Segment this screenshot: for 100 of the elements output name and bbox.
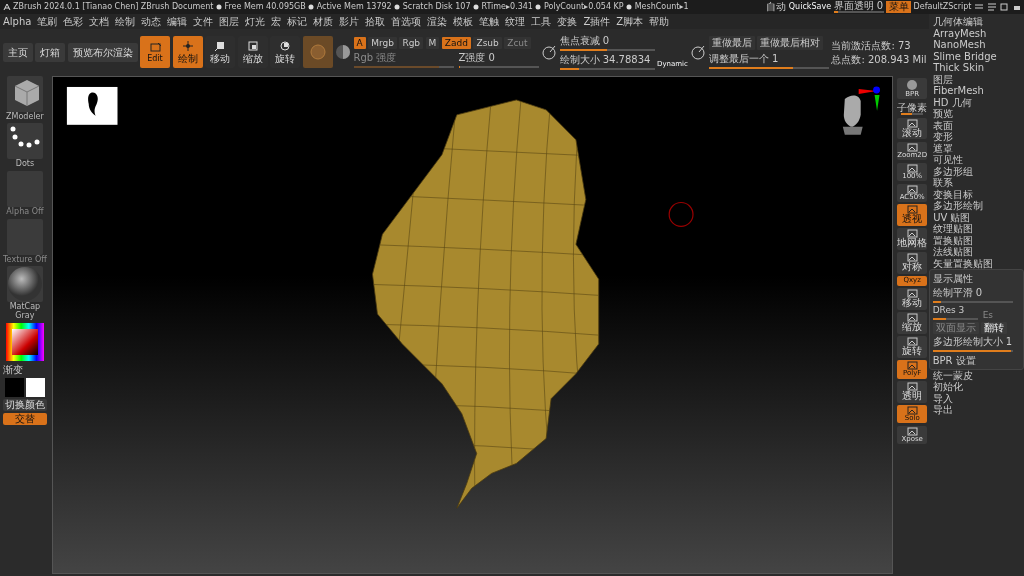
- quicksave-button[interactable]: QuickSave: [788, 1, 832, 13]
- secondary-color-swatch[interactable]: [26, 377, 46, 397]
- panel-menu-item[interactable]: 变换目标: [929, 188, 1024, 200]
- panel-menu-item[interactable]: 变形: [929, 131, 1024, 143]
- channel-toggle[interactable]: Rgb: [399, 36, 424, 50]
- panel-menu-item[interactable]: 法线贴图: [929, 246, 1024, 258]
- panel-menu-item[interactable]: 纹理贴图: [929, 223, 1024, 235]
- view-tool-button[interactable]: 旋转: [897, 336, 928, 358]
- switch-color-button[interactable]: 切换颜色: [2, 399, 48, 411]
- menu-item[interactable]: 帮助: [646, 15, 673, 28]
- polygon-size-slider[interactable]: [932, 350, 1013, 353]
- channel-toggle[interactable]: A: [353, 36, 366, 50]
- menu-item[interactable]: 模板: [450, 15, 477, 28]
- edit-mode-button[interactable]: Edit: [140, 36, 170, 69]
- menu-item[interactable]: Alpha: [0, 15, 35, 28]
- menu-item[interactable]: 灯光: [242, 15, 269, 28]
- menu-item[interactable]: 纹理: [502, 15, 529, 28]
- panel-menu-item[interactable]: 图层: [929, 73, 1024, 85]
- menu-item[interactable]: 文档: [86, 15, 113, 28]
- menu-item[interactable]: 笔触: [476, 15, 503, 28]
- material-swatch[interactable]: [302, 36, 333, 69]
- menu-item[interactable]: 文件: [190, 15, 217, 28]
- flip-button[interactable]: 翻转: [981, 322, 1008, 334]
- subpanel-title[interactable]: 显示属性: [932, 272, 1021, 284]
- menu-item[interactable]: 绘制: [112, 15, 139, 28]
- view-tool-button[interactable]: 对称: [897, 252, 928, 274]
- panel-menu-item[interactable]: 预览: [929, 108, 1024, 120]
- menu-item[interactable]: 影片: [336, 15, 363, 28]
- brush-settings-icon[interactable]: [690, 44, 707, 61]
- menu-item[interactable]: 编辑: [164, 15, 191, 28]
- panel-menu-item[interactable]: 表面: [929, 119, 1024, 131]
- panel-menu-item[interactable]: FiberMesh: [929, 85, 1024, 97]
- menu-item[interactable]: 工具: [528, 15, 555, 28]
- rgb-intensity-slider[interactable]: [353, 65, 454, 68]
- panel-menu-item[interactable]: 可见性: [929, 154, 1024, 166]
- channel-toggle[interactable]: Mrgb: [368, 36, 397, 50]
- tile-button[interactable]: [6, 123, 43, 160]
- menu-item[interactable]: 变换: [554, 15, 581, 28]
- panel-menu-item[interactable]: 导入: [929, 392, 1024, 405]
- menu-item[interactable]: 宏: [268, 15, 285, 28]
- view-tool-button[interactable]: 滚动: [897, 117, 928, 140]
- draw-size-slider[interactable]: [559, 67, 655, 70]
- texture-sphere-icon[interactable]: [335, 44, 351, 61]
- nav-button[interactable]: 主页: [2, 42, 33, 62]
- navigator-thumbnail[interactable]: [67, 86, 118, 125]
- panel-menu-item[interactable]: 矢量置换贴图: [929, 257, 1024, 269]
- menu-item[interactable]: 拾取: [362, 15, 389, 28]
- panel-menu-item[interactable]: ArrayMesh: [929, 27, 1024, 39]
- menu-item[interactable]: 材质: [310, 15, 337, 28]
- menu-item[interactable]: Z插件: [580, 15, 614, 28]
- panel-menu-item[interactable]: 导出: [929, 404, 1024, 416]
- menu-item[interactable]: 笔刷: [34, 15, 61, 28]
- view-tool-button[interactable]: 缩放: [897, 312, 928, 334]
- panel-menu-item[interactable]: 联系: [929, 177, 1024, 189]
- tile-button[interactable]: [6, 75, 43, 112]
- menu-item[interactable]: 动态: [138, 15, 165, 28]
- smooth-slider[interactable]: [932, 300, 1013, 303]
- view-tool-button[interactable]: 透视: [897, 204, 928, 226]
- axis-gizmo-icon[interactable]: [859, 85, 881, 111]
- dres-slider[interactable]: [932, 317, 978, 320]
- menu-item[interactable]: 图层: [216, 15, 243, 28]
- draw-mode-button[interactable]: 绘制: [172, 36, 203, 69]
- redo-button[interactable]: 重做最后: [708, 36, 755, 50]
- menu-toggle-button[interactable]: 菜单: [886, 1, 912, 13]
- nav-button[interactable]: 灯箱: [35, 42, 65, 62]
- primary-color-swatch[interactable]: [4, 377, 24, 397]
- redo-button[interactable]: 重做最后相对: [757, 36, 824, 50]
- panel-menu-item[interactable]: HD 几何: [929, 96, 1024, 108]
- panel-menu-item[interactable]: 多边形绘制: [929, 200, 1024, 212]
- tile-button[interactable]: [6, 266, 43, 303]
- panel-menu-item[interactable]: NanoMesh: [929, 39, 1024, 51]
- viewport[interactable]: [52, 75, 893, 574]
- menu-item[interactable]: Z脚本: [613, 15, 647, 28]
- panel-menu-item[interactable]: 多边形组: [929, 165, 1024, 177]
- panel-menu-item[interactable]: UV 贴图: [929, 211, 1024, 223]
- view-tool-button[interactable]: 移动: [897, 288, 928, 310]
- view-tool-button[interactable]: 地网格: [897, 228, 928, 250]
- color-picker[interactable]: [5, 323, 44, 362]
- menu-item[interactable]: 渲染: [424, 15, 451, 28]
- panel-menu-item[interactable]: 几何体编辑: [929, 16, 1024, 28]
- brush-settings-icon[interactable]: [541, 44, 557, 61]
- panel-menu-item[interactable]: 初始化: [929, 381, 1024, 393]
- menu-item[interactable]: 标记: [284, 15, 311, 28]
- alternate-button[interactable]: 交替: [2, 413, 48, 425]
- menu-item[interactable]: 色彩: [60, 15, 87, 28]
- view-tool-button[interactable]: 透明: [897, 381, 928, 403]
- head-gizmo-icon[interactable]: [843, 94, 863, 135]
- subpixel-slider[interactable]: [901, 113, 924, 116]
- panel-menu-item[interactable]: Slime Bridge: [929, 50, 1024, 62]
- panel-menu-item[interactable]: 统一蒙皮: [929, 369, 1024, 382]
- layout-icon[interactable]: [999, 2, 1009, 12]
- menu-item[interactable]: 首选项: [388, 15, 425, 28]
- channel-toggle[interactable]: Zsub: [473, 36, 502, 50]
- channel-toggle[interactable]: M: [425, 36, 440, 50]
- channel-toggle[interactable]: Zadd: [441, 36, 471, 50]
- nav-button[interactable]: 预览布尔渲染: [67, 42, 138, 62]
- bpr-settings-item[interactable]: BPR 设置: [932, 354, 1021, 367]
- panel-menu-item[interactable]: 遮罩: [929, 142, 1024, 154]
- panel-menu-item[interactable]: 置换贴图: [929, 234, 1024, 246]
- panel-menu-item[interactable]: Thick Skin: [929, 62, 1024, 74]
